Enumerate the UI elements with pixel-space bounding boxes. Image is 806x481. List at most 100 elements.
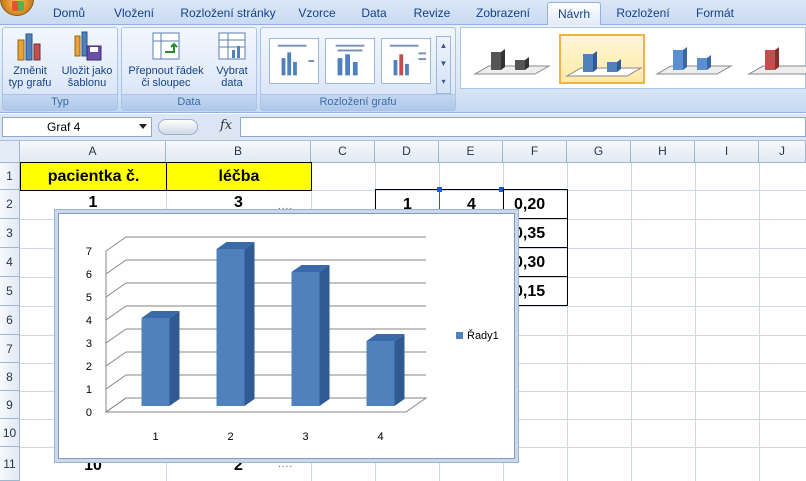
x-tick-label: 2 bbox=[227, 431, 233, 443]
gridline bbox=[695, 163, 696, 481]
column-header-h[interactable]: H bbox=[631, 141, 695, 163]
gridline-side bbox=[105, 351, 127, 367]
save-as-template-button[interactable]: Uložit jako šablonu bbox=[57, 30, 117, 89]
chart-type-icon bbox=[14, 30, 46, 62]
row-header-4[interactable]: 4 bbox=[0, 248, 20, 277]
switch-row-column-label-2: či sloupec bbox=[141, 77, 191, 89]
legend-swatch bbox=[456, 332, 463, 339]
tab-layout[interactable]: Rozložení bbox=[609, 4, 677, 25]
chevron-down-icon[interactable] bbox=[139, 124, 147, 129]
x-tick-label: 4 bbox=[377, 431, 383, 443]
chart-style-blue-gradient-thumbnail[interactable] bbox=[651, 34, 737, 84]
switch-row-column-button[interactable]: Přepnout řádek či sloupec bbox=[124, 30, 208, 89]
column-header-g[interactable]: G bbox=[567, 141, 631, 163]
chart-layout-2-thumbnail[interactable] bbox=[325, 38, 375, 84]
y-tick-label: 3 bbox=[86, 338, 92, 350]
office-button[interactable] bbox=[0, 0, 34, 16]
cell-overflow-dots: .... bbox=[278, 459, 294, 470]
bar-side bbox=[169, 311, 180, 406]
insert-function-fx-icon[interactable]: fx bbox=[220, 118, 232, 133]
gridline-side bbox=[105, 305, 127, 321]
column-header-c[interactable]: C bbox=[311, 141, 375, 163]
gridline-side bbox=[105, 328, 127, 344]
column-header-b[interactable]: B bbox=[166, 141, 311, 163]
row-header-8[interactable]: 8 bbox=[0, 363, 20, 391]
cell-a11[interactable]: 10 bbox=[20, 459, 166, 481]
y-tick-label: 2 bbox=[86, 361, 92, 373]
gridline-side bbox=[105, 236, 127, 252]
select-data-label-1: Vybrat bbox=[216, 65, 248, 77]
formula-bar-resize-handle[interactable] bbox=[158, 119, 198, 135]
formula-input[interactable] bbox=[240, 117, 806, 137]
embedded-chart[interactable]: 0 1 2 3 4 5 6 7 1 2 3 4 Řady1 bbox=[58, 213, 515, 459]
group-data-label: Data bbox=[122, 94, 256, 110]
row-header-10[interactable]: 10 bbox=[0, 419, 20, 447]
cell-overflow-dots: .... bbox=[278, 201, 294, 212]
chart-layout-1-thumbnail[interactable] bbox=[269, 38, 319, 84]
gridline-side bbox=[105, 374, 127, 390]
group-data: Přepnout řádek či sloupec Vybrat data Da… bbox=[121, 27, 257, 111]
ribbon-tab-bar: Domů Vložení Rozložení stránky Vzorce Da… bbox=[0, 0, 806, 26]
row-header-9[interactable]: 9 bbox=[0, 391, 20, 419]
switch-row-column-label-1: Přepnout řádek bbox=[128, 65, 204, 77]
group-chart-layouts-label: Rozložení grafu bbox=[261, 94, 455, 110]
gridline-side bbox=[105, 259, 127, 275]
chart-legend[interactable]: Řady1 bbox=[456, 330, 499, 342]
row-header-2[interactable]: 2 bbox=[0, 190, 20, 219]
tab-view[interactable]: Zobrazení bbox=[466, 4, 540, 25]
select-all-corner[interactable] bbox=[0, 141, 20, 163]
tab-home[interactable]: Domů bbox=[44, 4, 94, 25]
group-chart-layouts: ▲ ▼ ▾ Rozložení grafu bbox=[260, 27, 456, 111]
bar bbox=[291, 272, 320, 406]
y-tick-label: 7 bbox=[86, 246, 92, 258]
row-header-3[interactable]: 3 bbox=[0, 219, 20, 248]
row-header-7[interactable]: 7 bbox=[0, 335, 20, 363]
chart-style-blue-selected-thumbnail[interactable] bbox=[559, 34, 645, 84]
cell-a2[interactable]: 1 bbox=[20, 190, 166, 212]
column-header-a[interactable]: A bbox=[20, 141, 166, 163]
row-header-1[interactable]: 1 bbox=[0, 163, 20, 190]
legend-series-label: Řady1 bbox=[467, 330, 499, 342]
select-data-label-2: data bbox=[221, 77, 243, 89]
bar bbox=[141, 318, 170, 406]
cell-b1[interactable]: léčba bbox=[166, 162, 312, 191]
name-box[interactable]: Graf 4 bbox=[2, 117, 152, 137]
chart-layout-3-thumbnail[interactable] bbox=[381, 38, 431, 84]
tab-design[interactable]: Návrh bbox=[547, 2, 601, 26]
chart-style-dark-thumbnail[interactable] bbox=[469, 34, 555, 84]
tab-review[interactable]: Revize bbox=[405, 4, 459, 25]
tab-insert[interactable]: Vložení bbox=[104, 4, 164, 25]
ribbon: Změnit typ grafu Uložit jako šablonu Typ bbox=[0, 25, 806, 113]
save-template-label-1: Uložit jako bbox=[61, 65, 113, 77]
tab-page-layout[interactable]: Rozložení stránky bbox=[172, 4, 284, 25]
y-tick-label: 6 bbox=[86, 269, 92, 281]
row-header-5[interactable]: 5 bbox=[0, 277, 20, 306]
gridline-side bbox=[105, 282, 127, 298]
x-tick-label: 1 bbox=[152, 431, 158, 443]
column-header-j[interactable]: J bbox=[759, 141, 806, 163]
gridline bbox=[631, 163, 632, 481]
column-header-i[interactable]: I bbox=[695, 141, 759, 163]
chart-style-red-thumbnail[interactable] bbox=[743, 34, 806, 84]
change-chart-type-button[interactable]: Změnit typ grafu bbox=[3, 30, 57, 89]
tab-data[interactable]: Data bbox=[351, 4, 397, 25]
bar-side bbox=[319, 265, 330, 406]
y-tick-label: 5 bbox=[86, 292, 92, 304]
column-header-d[interactable]: D bbox=[375, 141, 439, 163]
switch-row-column-icon bbox=[150, 30, 182, 62]
save-template-label-2: šablonu bbox=[67, 77, 107, 89]
select-data-button[interactable]: Vybrat data bbox=[210, 30, 254, 89]
chart-plot: 0 1 2 3 4 5 6 7 1 2 3 4 bbox=[86, 236, 428, 443]
tab-formulas[interactable]: Vzorce bbox=[291, 4, 343, 25]
row-header-11[interactable]: 11 bbox=[0, 447, 20, 481]
row-header-6[interactable]: 6 bbox=[0, 306, 20, 335]
range-handle[interactable] bbox=[437, 187, 442, 192]
change-chart-type-label-2: typ grafu bbox=[8, 77, 52, 89]
column-header-e[interactable]: E bbox=[439, 141, 503, 163]
chart-layout-gallery-scroll[interactable]: ▲ ▼ ▾ bbox=[436, 36, 451, 94]
group-type: Změnit typ grafu Uložit jako šablonu Typ bbox=[2, 27, 118, 111]
formula-tools: fx bbox=[158, 117, 238, 137]
cell-a1[interactable]: pacientka č. bbox=[20, 162, 167, 191]
column-header-f[interactable]: F bbox=[503, 141, 567, 163]
tab-format[interactable]: Formát bbox=[685, 4, 745, 25]
